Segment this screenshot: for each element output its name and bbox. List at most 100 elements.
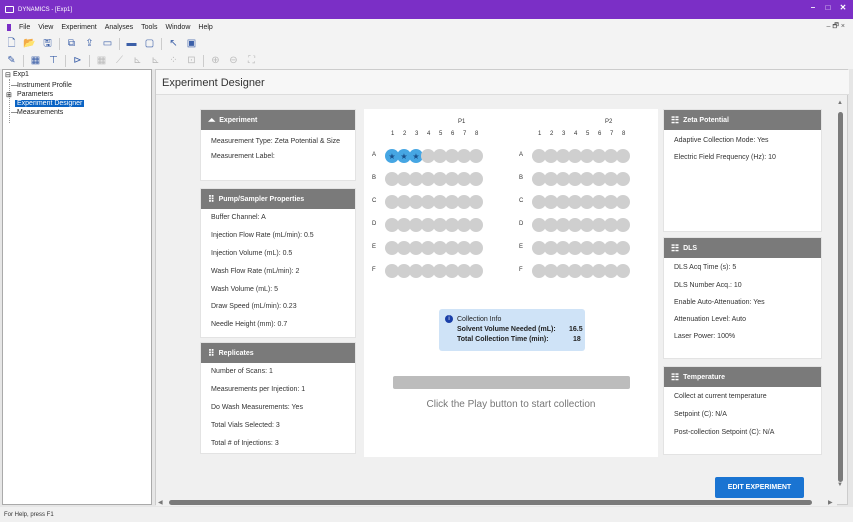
well[interactable] [616,195,630,209]
sliders-icon: ☷ [671,242,680,253]
plate-column-label: 1 [391,131,395,137]
toolbar-divider [59,37,60,50]
menu-view[interactable]: View [38,24,53,31]
vertical-scroll-thumb[interactable] [838,112,843,482]
pump-row: Wash Volume (mL): 5 [211,286,279,293]
tree-item-parameters[interactable]: Parameters [17,91,53,98]
expand-parameters-icon[interactable]: ⊞ [6,91,12,99]
collection-time-value: 18 [573,336,581,343]
pump-row: Wash Flow Rate (mL/min): 2 [211,268,300,275]
schedule-icon[interactable]: ▦ [29,55,42,67]
menu-file[interactable]: File [19,24,30,31]
plate-row-label: A [519,152,524,158]
temperature-icon[interactable]: ⊤ [47,55,60,67]
collection-title: Collection Info [457,316,502,323]
scroll-right-icon[interactable]: ▶ [828,499,833,506]
toolbar-analysis: ✎ ▦ ⊤ ⊳ ▦ ⟋ ⊾ ⊾ ⁘ ⊡ ⊕ ⊖ ⛶ [0,52,853,69]
tree-item-experiment-designer[interactable]: Experiment Designer [15,100,85,107]
expand-root-icon[interactable]: ⊟ [5,71,11,79]
menu-tools[interactable]: Tools [141,24,157,31]
plate-title: P1 [458,119,466,125]
box-chart-icon[interactable]: ⊡ [185,55,198,67]
scroll-up-icon[interactable]: ▲ [837,100,843,106]
pump-row: Buffer Channel: A [211,214,266,221]
page-header: Experiment Designer [156,70,849,95]
tree-item-instrument-profile[interactable]: Instrument Profile [17,82,72,89]
plate-column-label: 2 [403,131,407,137]
export-icon[interactable]: ⇪ [83,38,96,50]
well[interactable] [469,218,483,232]
histogram-icon[interactable]: ⊾ [149,55,162,67]
print-icon[interactable]: ▬ [125,38,138,50]
preview-icon[interactable]: ▢ [143,38,156,50]
scroll-left-icon[interactable]: ◀ [158,499,163,506]
plate-column-label: 8 [622,131,626,137]
replicates-row: Total Vials Selected: 3 [211,422,280,429]
close-button[interactable]: ✕ [835,3,851,12]
well[interactable] [469,241,483,255]
menu-help[interactable]: Help [198,24,212,31]
tree-item-measurements[interactable]: Measurements [17,109,63,116]
save-icon[interactable]: 🖫 [41,38,54,50]
mdi-controls[interactable]: – 🗗 × [827,22,845,33]
well[interactable] [616,172,630,186]
maximize-button[interactable]: □ [820,3,836,12]
menu-bar: File View Experiment Analyses Tools Wind… [0,19,853,35]
horizontal-scrollbar[interactable]: ◀ ▶ [156,499,837,506]
well[interactable] [616,149,630,163]
plate-column-label: 1 [538,131,542,137]
line-chart-icon[interactable]: ⟋ [113,55,126,67]
menu-window[interactable]: Window [165,24,190,31]
plate-column-label: 6 [598,131,602,137]
edit-experiment-button[interactable]: EDIT EXPERIMENT [715,477,804,498]
dls-row: Enable Auto-Attenuation: Yes [674,299,765,306]
toolbar-divider [119,37,120,50]
grid-icon[interactable]: ▦ [95,55,108,67]
replicates-row: Total # of Injections: 3 [211,440,279,447]
plate-column-label: 8 [475,131,479,137]
play-icon[interactable]: ⊳ [71,55,84,67]
well[interactable] [469,264,483,278]
well[interactable] [616,241,630,255]
zoom-in-icon[interactable]: ⊕ [209,55,222,67]
sliders-icon: ☷ [671,114,680,125]
well[interactable] [616,264,630,278]
play-message: Click the Play button to start collectio… [426,399,596,410]
zoom-out-icon[interactable]: ⊖ [227,55,240,67]
status-bar: For Help, press F1 [0,507,853,522]
pump-row: Needle Height (mm): 0.7 [211,321,288,328]
menu-experiment[interactable]: Experiment [61,24,96,31]
instrument-icon[interactable]: ✎ [5,55,18,67]
toolbar-main: 🗋 📂 🖫 ⧉ ⇪ ▭ ▬ ▢ ↖ ▣ [0,35,853,52]
zoom-fit-icon[interactable]: ⛶ [245,55,258,67]
vertical-scrollbar[interactable]: ▲ ▼ [837,100,844,490]
pump-row: Injection Volume (mL): 0.5 [211,250,293,257]
well[interactable] [616,218,630,232]
collection-time-label: Total Collection Time (min): [457,336,549,343]
help-icon[interactable]: ▣ [185,38,198,50]
scroll-down-icon[interactable]: ▼ [837,482,843,488]
title-bar: DYNAMICS - [Exp1] – □ ✕ [0,0,853,19]
window-icon[interactable]: ▭ [101,38,114,50]
tree-root[interactable]: Exp1 [13,71,29,78]
horizontal-scroll-thumb[interactable] [169,500,812,505]
well[interactable] [469,195,483,209]
well[interactable] [469,172,483,186]
sliders-icon: ☷ [671,371,680,382]
well[interactable] [469,149,483,163]
pointer-help-icon[interactable]: ↖ [167,38,180,50]
window-title: DYNAMICS - [Exp1] [18,6,73,13]
scatter-icon[interactable]: ⁘ [167,55,180,67]
plate-row-label: E [372,244,377,250]
step-chart-icon[interactable]: ⊾ [131,55,144,67]
new-file-icon[interactable]: 🗋 [5,38,18,50]
temperature-title: Temperature [683,373,725,381]
toolbar-divider [161,37,162,50]
minimize-button[interactable]: – [805,3,821,12]
dls-row: DLS Number Acq.: 10 [674,282,742,289]
plate-row-label: B [372,175,377,181]
copy-icon[interactable]: ⧉ [65,38,78,50]
menu-analyses[interactable]: Analyses [105,24,133,31]
open-folder-icon[interactable]: 📂 [23,38,36,50]
dls-title: DLS [683,244,698,252]
